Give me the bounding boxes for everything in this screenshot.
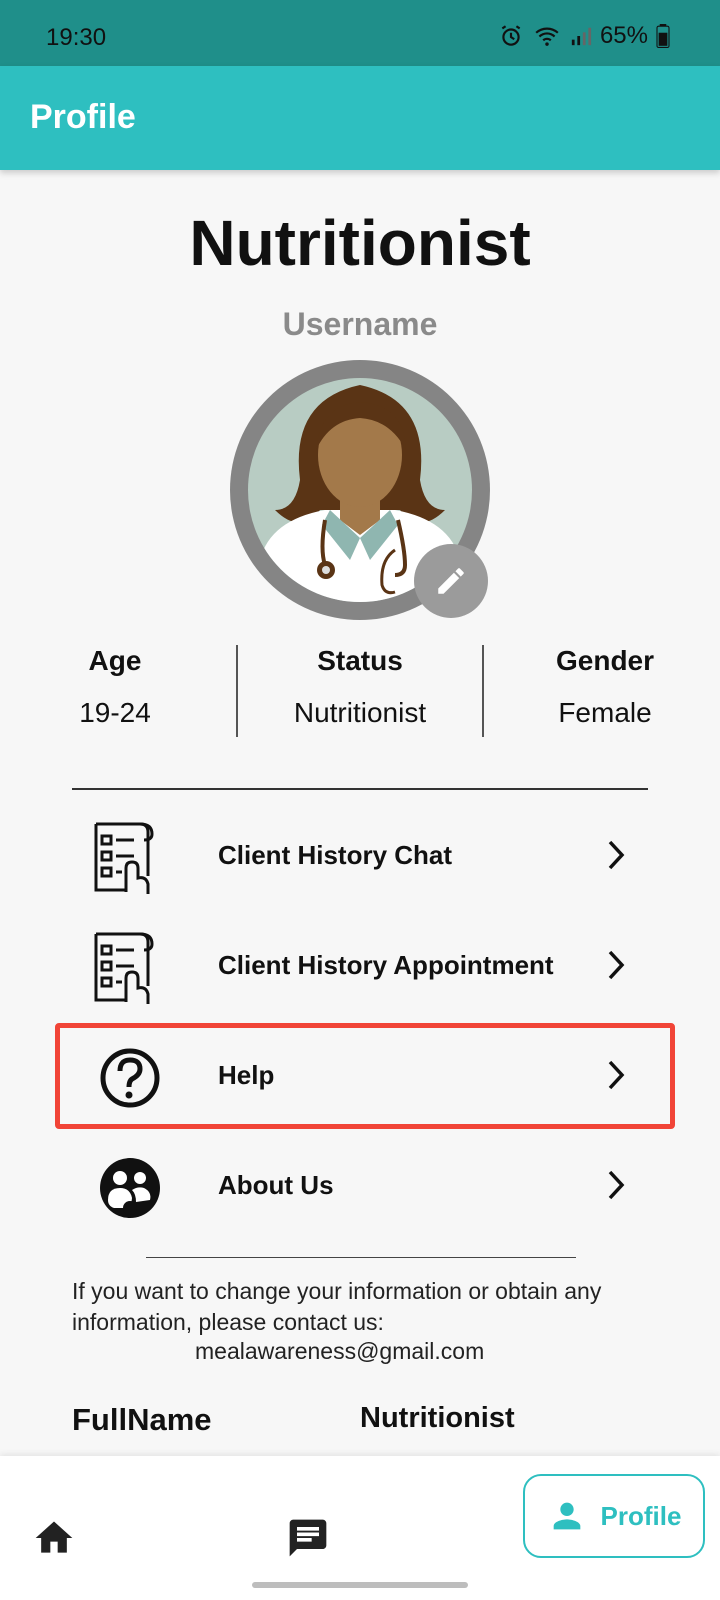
stat-value: Female [558, 697, 652, 728]
signal-icon [571, 27, 592, 46]
menu-label: Help [218, 1060, 275, 1090]
stat-status: Status Nutritionist [260, 645, 460, 745]
bottom-nav: Profile [0, 1456, 720, 1600]
chevron-right-icon [608, 950, 625, 980]
stat-label: Status [317, 645, 403, 676]
battery-percent: 65% [599, 22, 648, 49]
stat-value: Nutritionist [293, 697, 427, 728]
page-title: Profile [30, 98, 136, 136]
chevron-right-icon [608, 1060, 625, 1090]
person-icon [553, 1502, 580, 1530]
menu-item-client-history-chat[interactable]: Client History Chat [72, 810, 648, 906]
divider [146, 1257, 576, 1258]
chevron-right-icon [608, 840, 625, 870]
menu-label: Client History Chat [218, 840, 453, 870]
status-bar: 19:30 65% [0, 0, 720, 66]
battery-icon [656, 24, 670, 48]
nav-profile-label: Profile [600, 1500, 682, 1531]
menu-item-about-us[interactable]: About Us [72, 1140, 648, 1236]
contact-info-text: If you want to change your information o… [72, 1278, 602, 1335]
home-icon[interactable] [32, 1516, 76, 1560]
menu-label: Client History Appointment [218, 950, 554, 980]
fullname-value: Nutritionist [360, 1402, 515, 1434]
chat-icon[interactable] [286, 1516, 330, 1560]
help-circle-icon [100, 1048, 160, 1108]
pencil-icon [438, 568, 464, 594]
stat-value: 19-24 [79, 697, 151, 728]
profile-stats: Age 19-24 Status Nutritionist Gender Fem… [40, 645, 680, 745]
divider [236, 645, 238, 737]
role-title: Nutritionist [189, 207, 531, 279]
stat-label: Age [88, 645, 142, 676]
nav-profile-button[interactable]: Profile [523, 1474, 705, 1558]
alarm-icon [501, 25, 521, 46]
app-bar: Profile [0, 66, 720, 170]
group-icon [100, 1158, 160, 1218]
username: Username [282, 306, 438, 342]
stat-label: Gender [555, 645, 655, 676]
checklist-icon [94, 932, 154, 1004]
menu-item-client-history-appointment[interactable]: Client History Appointment [72, 920, 648, 1016]
divider [72, 788, 648, 790]
menu-item-help[interactable]: Help [72, 1030, 648, 1126]
stat-gender: Gender Female [530, 645, 680, 745]
checklist-icon [94, 822, 154, 894]
home-indicator [252, 1582, 468, 1588]
edit-avatar-button[interactable] [414, 544, 488, 618]
wifi-icon [535, 27, 559, 46]
chevron-right-icon [608, 1170, 625, 1200]
stat-age: Age 19-24 [40, 645, 190, 745]
menu-label: About Us [218, 1170, 334, 1200]
divider [482, 645, 484, 737]
contact-email: mealawareness@gmail.com [195, 1338, 485, 1364]
status-time: 19:30 [46, 24, 107, 51]
fullname-label: FullName [72, 1402, 212, 1437]
